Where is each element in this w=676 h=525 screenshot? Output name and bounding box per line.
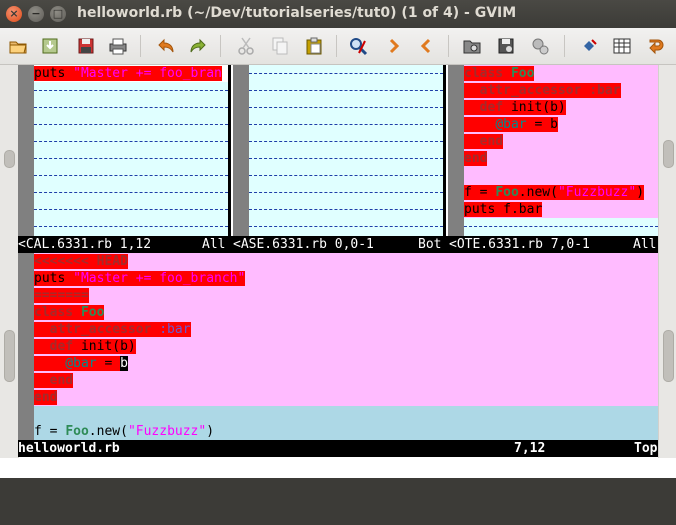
pane-separator[interactable]	[443, 65, 446, 236]
merged-status-scroll: Top	[634, 441, 658, 456]
merged-status-pos: 7,12	[514, 441, 546, 456]
remote-status-name: <OTE.6331.rb 7,0-1	[449, 237, 590, 252]
local-line-1: puts "Master += foo_bran	[34, 66, 222, 81]
merged-line-3: =======	[34, 288, 89, 303]
right-scrollbar[interactable]	[658, 65, 676, 458]
merged-line-9: end	[34, 390, 58, 405]
merged-line-2: puts "Master += foo_branch"	[34, 271, 246, 286]
pane-separator[interactable]	[228, 65, 231, 236]
remote-line-6: end	[464, 151, 488, 166]
help-icon[interactable]	[646, 36, 666, 56]
remote-status-pos: All	[633, 237, 657, 252]
make-icon[interactable]	[580, 36, 600, 56]
run-script-icon[interactable]	[530, 36, 550, 56]
find-next-icon[interactable]	[384, 36, 404, 56]
remote-line-9: puts f.bar	[464, 202, 543, 217]
left-scrollbar-top-thumb[interactable]	[4, 150, 15, 168]
save-icon[interactable]	[40, 36, 60, 56]
text-cursor: b	[120, 356, 128, 371]
merged-line-7: @bar = b	[34, 356, 128, 371]
base-pane[interactable]	[233, 65, 443, 236]
cut-icon[interactable]	[236, 36, 256, 56]
undo-icon[interactable]	[156, 36, 176, 56]
local-pane[interactable]: puts "Master += foo_bran	[18, 65, 228, 236]
left-scrollbar[interactable]	[0, 65, 19, 458]
save-session-icon[interactable]	[496, 36, 516, 56]
merged-line-4: class Foo	[34, 305, 105, 320]
base-filler	[249, 65, 443, 236]
right-scrollbar-top-thumb[interactable]	[663, 140, 674, 168]
merged-line-5: attr_accessor :bar	[34, 322, 191, 337]
minimize-button[interactable]: −	[28, 6, 44, 22]
merged-line-6: def init(b)	[34, 339, 136, 354]
local-status-pos: All	[202, 237, 226, 252]
base-status-pos: Bot	[418, 237, 442, 252]
local-status-name: <CAL.6331.rb 1,12	[18, 237, 152, 252]
window-title: helloworld.rb (~/Dev/tutorialseries/tut0…	[77, 5, 517, 21]
editor-area: puts "Master += foo_bran class Foo attr_…	[0, 65, 676, 478]
merged-line-11: f = Foo.new("Fuzzbuzz")	[34, 424, 215, 439]
find-replace-icon[interactable]	[348, 36, 368, 56]
merged-status-name: helloworld.rb	[18, 441, 120, 456]
top-status-line: <CAL.6331.rb 1,12 All <ASE.6331.rb 0,0-1…	[18, 236, 658, 253]
title-bar: × − □ helloworld.rb (~/Dev/tutorialserie…	[0, 0, 676, 28]
open-icon[interactable]	[8, 36, 28, 56]
remote-line-8: f = Foo.new("Fuzzbuzz")	[464, 185, 645, 200]
shell-icon[interactable]	[612, 36, 632, 56]
maximize-button[interactable]: □	[50, 6, 66, 22]
merged-pane[interactable]: <<<<<<< HEAD puts "Master += foo_branch"…	[18, 253, 658, 440]
paste-icon[interactable]	[304, 36, 324, 56]
merged-line-8: end	[34, 373, 74, 388]
base-status-name: <ASE.6331.rb 0,0-1	[233, 237, 374, 252]
left-scrollbar-bottom-thumb[interactable]	[4, 330, 15, 382]
remote-line-2: attr_accessor :bar	[464, 83, 621, 98]
right-scrollbar-bottom-thumb[interactable]	[663, 330, 674, 382]
find-prev-icon[interactable]	[416, 36, 436, 56]
copy-icon[interactable]	[270, 36, 290, 56]
redo-icon[interactable]	[188, 36, 208, 56]
remote-line-3: def init(b)	[464, 99, 566, 116]
load-session-icon[interactable]	[462, 36, 482, 56]
remote-line-1: class Foo	[464, 66, 535, 81]
remote-pane[interactable]: class Foo attr_accessor :bar def init(b)…	[448, 65, 658, 236]
save-all-icon[interactable]	[76, 36, 96, 56]
print-icon[interactable]	[108, 36, 128, 56]
command-line[interactable]	[0, 458, 676, 478]
remote-line-5: end	[464, 134, 504, 149]
bottom-status-line: helloworld.rb 7,12 Top	[18, 440, 658, 457]
local-filler	[34, 82, 228, 236]
remote-line-4: @bar = b	[464, 116, 558, 133]
merged-line-1: <<<<<<< HEAD	[34, 254, 128, 269]
toolbar	[0, 28, 676, 65]
close-button[interactable]: ×	[6, 6, 22, 22]
